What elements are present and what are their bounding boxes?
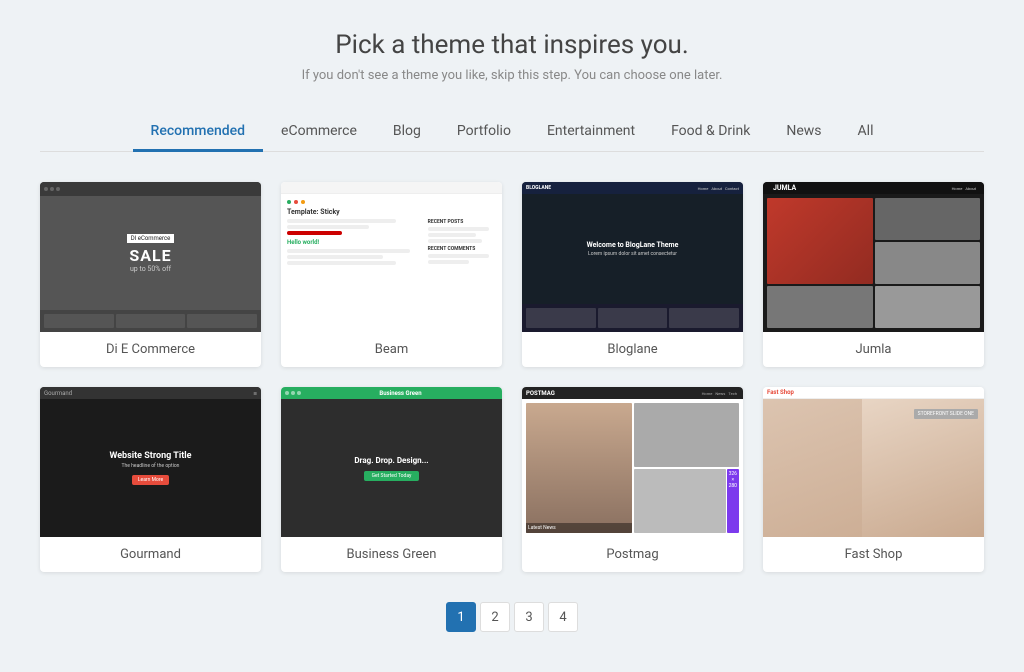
theme-card-jumla[interactable]: JUMLA Home About Jumla	[763, 182, 984, 367]
theme-card-business-green[interactable]: Business Green Drag. Drop. Design... Get…	[281, 387, 502, 572]
page-btn-2[interactable]: 2	[480, 602, 510, 632]
theme-name-business-green: Business Green	[281, 537, 502, 572]
tab-all[interactable]: All	[840, 113, 892, 152]
theme-card-postmag[interactable]: POSTMAG Home News Tech Latest News	[522, 387, 743, 572]
tab-entertainment[interactable]: Entertainment	[529, 113, 653, 152]
page-btn-3[interactable]: 3	[514, 602, 544, 632]
page-wrapper: Pick a theme that inspires you. If you d…	[0, 0, 1024, 672]
themes-grid: DI eCommerce SALE up to 50% off Di E Com…	[40, 182, 984, 572]
theme-name-jumla: Jumla	[763, 332, 984, 367]
tab-portfolio[interactable]: Portfolio	[439, 113, 529, 152]
theme-name-beam: Beam	[281, 332, 502, 367]
tab-ecommerce[interactable]: eCommerce	[263, 113, 375, 152]
page-header: Pick a theme that inspires you. If you d…	[40, 30, 984, 83]
theme-name-di-ecommerce: Di E Commerce	[40, 332, 261, 367]
theme-card-fast-shop[interactable]: Fast Shop STOREFRONT SLIDE ONE Fast Shop	[763, 387, 984, 572]
theme-card-di-ecommerce[interactable]: DI eCommerce SALE up to 50% off Di E Com…	[40, 182, 261, 367]
theme-name-gourmand: Gourmand	[40, 537, 261, 572]
page-subtitle: If you don't see a theme you like, skip …	[40, 68, 984, 83]
page-title: Pick a theme that inspires you.	[40, 30, 984, 60]
theme-card-gourmand[interactable]: Gourmand ☰ Website Strong Title The head…	[40, 387, 261, 572]
theme-tabs: RecommendedeCommerceBlogPortfolioEnterta…	[40, 113, 984, 152]
page-btn-1[interactable]: 1	[446, 602, 476, 632]
theme-card-bloglane[interactable]: BLOGLANE Home About Contact Welcome to B…	[522, 182, 743, 367]
theme-name-postmag: Postmag	[522, 537, 743, 572]
tab-blog[interactable]: Blog	[375, 113, 439, 152]
pagination: 1234	[40, 602, 984, 632]
theme-name-bloglane: Bloglane	[522, 332, 743, 367]
page-btn-4[interactable]: 4	[548, 602, 578, 632]
theme-name-fast-shop: Fast Shop	[763, 537, 984, 572]
tab-news[interactable]: News	[768, 113, 839, 152]
theme-card-beam[interactable]: Template: Sticky Hello world! RE	[281, 182, 502, 367]
tab-food-drink[interactable]: Food & Drink	[653, 113, 768, 152]
tab-recommended[interactable]: Recommended	[133, 113, 264, 152]
